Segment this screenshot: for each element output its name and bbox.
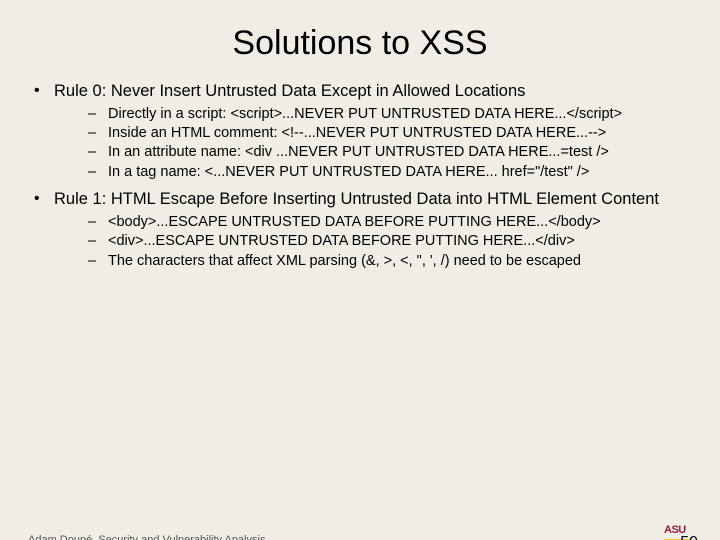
sub-item: Directly in a script: <script>...NEVER P…: [88, 106, 692, 123]
page-number: 59: [680, 534, 698, 540]
sub-item: Inside an HTML comment: <!--...NEVER PUT…: [88, 125, 692, 142]
asu-logo: ASU: [664, 520, 694, 534]
slide-title: Solutions to XSS: [0, 24, 720, 63]
sub-item: The characters that affect XML parsing (…: [88, 253, 692, 270]
sub-item: <div>...ESCAPE UNTRUSTED DATA BEFORE PUT…: [88, 233, 692, 250]
sub-list: <body>...ESCAPE UNTRUSTED DATA BEFORE PU…: [54, 214, 692, 270]
bullet-text: Rule 0: Never Insert Untrusted Data Exce…: [54, 82, 525, 100]
slide: Solutions to XSS Rule 0: Never Insert Un…: [0, 24, 720, 540]
sub-item: In a tag name: <...NEVER PUT UNTRUSTED D…: [88, 164, 692, 181]
sub-item: In an attribute name: <div ...NEVER PUT …: [88, 144, 692, 161]
bullet-item: Rule 0: Never Insert Untrusted Data Exce…: [28, 81, 692, 181]
sub-item: <body>...ESCAPE UNTRUSTED DATA BEFORE PU…: [88, 214, 692, 231]
sub-list: Directly in a script: <script>...NEVER P…: [54, 106, 692, 182]
slide-content: Rule 0: Never Insert Untrusted Data Exce…: [0, 81, 720, 270]
bullet-item: Rule 1: HTML Escape Before Inserting Unt…: [28, 189, 692, 270]
footer-text: Adam Doupé, Security and Vulnerability A…: [28, 534, 265, 540]
bullet-list: Rule 0: Never Insert Untrusted Data Exce…: [28, 81, 692, 270]
bullet-text: Rule 1: HTML Escape Before Inserting Unt…: [54, 190, 659, 208]
